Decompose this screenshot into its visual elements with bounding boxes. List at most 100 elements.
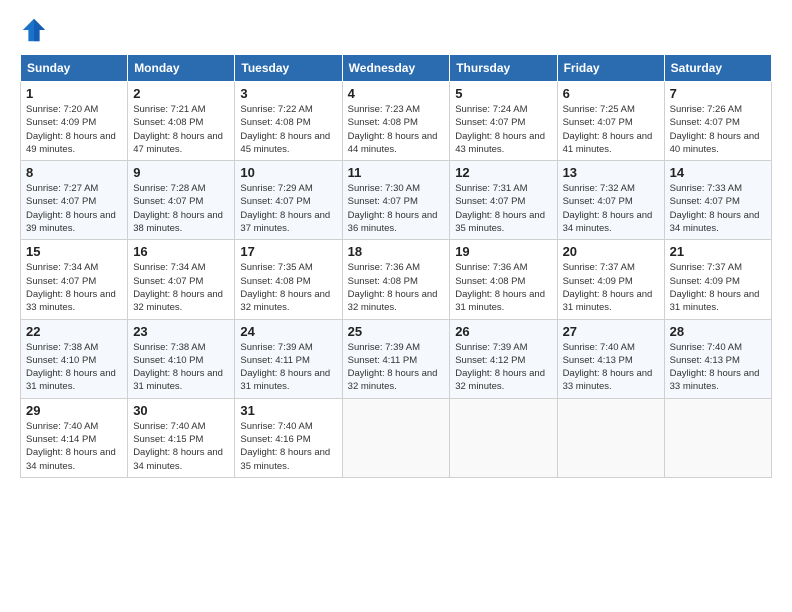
weekday-saturday: Saturday — [664, 55, 771, 82]
header — [20, 16, 772, 44]
calendar-cell: 21 Sunrise: 7:37 AM Sunset: 4:09 PM Dayl… — [664, 240, 771, 319]
day-number: 9 — [133, 165, 229, 180]
day-info: Sunrise: 7:38 AM Sunset: 4:10 PM Dayligh… — [26, 341, 122, 394]
calendar-cell: 20 Sunrise: 7:37 AM Sunset: 4:09 PM Dayl… — [557, 240, 664, 319]
day-number: 16 — [133, 244, 229, 259]
day-number: 13 — [563, 165, 659, 180]
logo — [20, 16, 52, 44]
calendar-cell: 28 Sunrise: 7:40 AM Sunset: 4:13 PM Dayl… — [664, 319, 771, 398]
day-info: Sunrise: 7:36 AM Sunset: 4:08 PM Dayligh… — [455, 261, 551, 314]
day-number: 15 — [26, 244, 122, 259]
day-info: Sunrise: 7:24 AM Sunset: 4:07 PM Dayligh… — [455, 103, 551, 156]
day-info: Sunrise: 7:25 AM Sunset: 4:07 PM Dayligh… — [563, 103, 659, 156]
calendar-cell: 14 Sunrise: 7:33 AM Sunset: 4:07 PM Dayl… — [664, 161, 771, 240]
calendar-cell — [450, 398, 557, 477]
calendar-cell: 23 Sunrise: 7:38 AM Sunset: 4:10 PM Dayl… — [128, 319, 235, 398]
day-info: Sunrise: 7:35 AM Sunset: 4:08 PM Dayligh… — [240, 261, 336, 314]
calendar-cell: 22 Sunrise: 7:38 AM Sunset: 4:10 PM Dayl… — [21, 319, 128, 398]
weekday-sunday: Sunday — [21, 55, 128, 82]
day-info: Sunrise: 7:33 AM Sunset: 4:07 PM Dayligh… — [670, 182, 766, 235]
day-number: 30 — [133, 403, 229, 418]
day-number: 10 — [240, 165, 336, 180]
day-info: Sunrise: 7:38 AM Sunset: 4:10 PM Dayligh… — [133, 341, 229, 394]
calendar-cell: 8 Sunrise: 7:27 AM Sunset: 4:07 PM Dayli… — [21, 161, 128, 240]
calendar-cell: 16 Sunrise: 7:34 AM Sunset: 4:07 PM Dayl… — [128, 240, 235, 319]
weekday-thursday: Thursday — [450, 55, 557, 82]
weekday-friday: Friday — [557, 55, 664, 82]
calendar-cell — [342, 398, 450, 477]
calendar-cell: 7 Sunrise: 7:26 AM Sunset: 4:07 PM Dayli… — [664, 82, 771, 161]
day-info: Sunrise: 7:39 AM Sunset: 4:11 PM Dayligh… — [348, 341, 445, 394]
weekday-wednesday: Wednesday — [342, 55, 450, 82]
day-info: Sunrise: 7:21 AM Sunset: 4:08 PM Dayligh… — [133, 103, 229, 156]
day-number: 3 — [240, 86, 336, 101]
weekday-monday: Monday — [128, 55, 235, 82]
day-info: Sunrise: 7:37 AM Sunset: 4:09 PM Dayligh… — [563, 261, 659, 314]
day-info: Sunrise: 7:37 AM Sunset: 4:09 PM Dayligh… — [670, 261, 766, 314]
day-number: 7 — [670, 86, 766, 101]
day-number: 21 — [670, 244, 766, 259]
day-number: 6 — [563, 86, 659, 101]
calendar-cell: 15 Sunrise: 7:34 AM Sunset: 4:07 PM Dayl… — [21, 240, 128, 319]
day-info: Sunrise: 7:39 AM Sunset: 4:11 PM Dayligh… — [240, 341, 336, 394]
day-number: 17 — [240, 244, 336, 259]
calendar-cell: 11 Sunrise: 7:30 AM Sunset: 4:07 PM Dayl… — [342, 161, 450, 240]
page: SundayMondayTuesdayWednesdayThursdayFrid… — [0, 0, 792, 488]
day-number: 27 — [563, 324, 659, 339]
calendar-cell: 9 Sunrise: 7:28 AM Sunset: 4:07 PM Dayli… — [128, 161, 235, 240]
calendar-cell: 31 Sunrise: 7:40 AM Sunset: 4:16 PM Dayl… — [235, 398, 342, 477]
day-info: Sunrise: 7:34 AM Sunset: 4:07 PM Dayligh… — [26, 261, 122, 314]
week-row-1: 1 Sunrise: 7:20 AM Sunset: 4:09 PM Dayli… — [21, 82, 772, 161]
calendar-cell: 12 Sunrise: 7:31 AM Sunset: 4:07 PM Dayl… — [450, 161, 557, 240]
calendar-cell: 4 Sunrise: 7:23 AM Sunset: 4:08 PM Dayli… — [342, 82, 450, 161]
day-info: Sunrise: 7:29 AM Sunset: 4:07 PM Dayligh… — [240, 182, 336, 235]
day-info: Sunrise: 7:40 AM Sunset: 4:14 PM Dayligh… — [26, 420, 122, 473]
day-number: 5 — [455, 86, 551, 101]
day-number: 4 — [348, 86, 445, 101]
calendar-cell: 19 Sunrise: 7:36 AM Sunset: 4:08 PM Dayl… — [450, 240, 557, 319]
day-number: 22 — [26, 324, 122, 339]
calendar-cell: 25 Sunrise: 7:39 AM Sunset: 4:11 PM Dayl… — [342, 319, 450, 398]
day-info: Sunrise: 7:40 AM Sunset: 4:13 PM Dayligh… — [563, 341, 659, 394]
day-info: Sunrise: 7:23 AM Sunset: 4:08 PM Dayligh… — [348, 103, 445, 156]
calendar-cell: 3 Sunrise: 7:22 AM Sunset: 4:08 PM Dayli… — [235, 82, 342, 161]
day-number: 28 — [670, 324, 766, 339]
day-number: 31 — [240, 403, 336, 418]
day-number: 19 — [455, 244, 551, 259]
calendar-cell: 6 Sunrise: 7:25 AM Sunset: 4:07 PM Dayli… — [557, 82, 664, 161]
calendar-cell — [664, 398, 771, 477]
calendar-cell: 2 Sunrise: 7:21 AM Sunset: 4:08 PM Dayli… — [128, 82, 235, 161]
day-number: 2 — [133, 86, 229, 101]
day-number: 1 — [26, 86, 122, 101]
day-number: 11 — [348, 165, 445, 180]
logo-icon — [20, 16, 48, 44]
day-info: Sunrise: 7:36 AM Sunset: 4:08 PM Dayligh… — [348, 261, 445, 314]
day-number: 14 — [670, 165, 766, 180]
calendar-cell: 10 Sunrise: 7:29 AM Sunset: 4:07 PM Dayl… — [235, 161, 342, 240]
calendar-cell — [557, 398, 664, 477]
calendar-cell: 5 Sunrise: 7:24 AM Sunset: 4:07 PM Dayli… — [450, 82, 557, 161]
calendar-cell: 18 Sunrise: 7:36 AM Sunset: 4:08 PM Dayl… — [342, 240, 450, 319]
day-number: 24 — [240, 324, 336, 339]
day-info: Sunrise: 7:27 AM Sunset: 4:07 PM Dayligh… — [26, 182, 122, 235]
day-number: 20 — [563, 244, 659, 259]
day-info: Sunrise: 7:31 AM Sunset: 4:07 PM Dayligh… — [455, 182, 551, 235]
calendar-cell: 13 Sunrise: 7:32 AM Sunset: 4:07 PM Dayl… — [557, 161, 664, 240]
day-info: Sunrise: 7:40 AM Sunset: 4:15 PM Dayligh… — [133, 420, 229, 473]
day-info: Sunrise: 7:26 AM Sunset: 4:07 PM Dayligh… — [670, 103, 766, 156]
day-info: Sunrise: 7:34 AM Sunset: 4:07 PM Dayligh… — [133, 261, 229, 314]
day-info: Sunrise: 7:30 AM Sunset: 4:07 PM Dayligh… — [348, 182, 445, 235]
calendar-cell: 27 Sunrise: 7:40 AM Sunset: 4:13 PM Dayl… — [557, 319, 664, 398]
week-row-2: 8 Sunrise: 7:27 AM Sunset: 4:07 PM Dayli… — [21, 161, 772, 240]
weekday-tuesday: Tuesday — [235, 55, 342, 82]
week-row-4: 22 Sunrise: 7:38 AM Sunset: 4:10 PM Dayl… — [21, 319, 772, 398]
day-number: 29 — [26, 403, 122, 418]
calendar-cell: 1 Sunrise: 7:20 AM Sunset: 4:09 PM Dayli… — [21, 82, 128, 161]
calendar-cell: 30 Sunrise: 7:40 AM Sunset: 4:15 PM Dayl… — [128, 398, 235, 477]
day-number: 25 — [348, 324, 445, 339]
day-number: 8 — [26, 165, 122, 180]
day-info: Sunrise: 7:39 AM Sunset: 4:12 PM Dayligh… — [455, 341, 551, 394]
day-number: 12 — [455, 165, 551, 180]
day-number: 23 — [133, 324, 229, 339]
day-info: Sunrise: 7:32 AM Sunset: 4:07 PM Dayligh… — [563, 182, 659, 235]
